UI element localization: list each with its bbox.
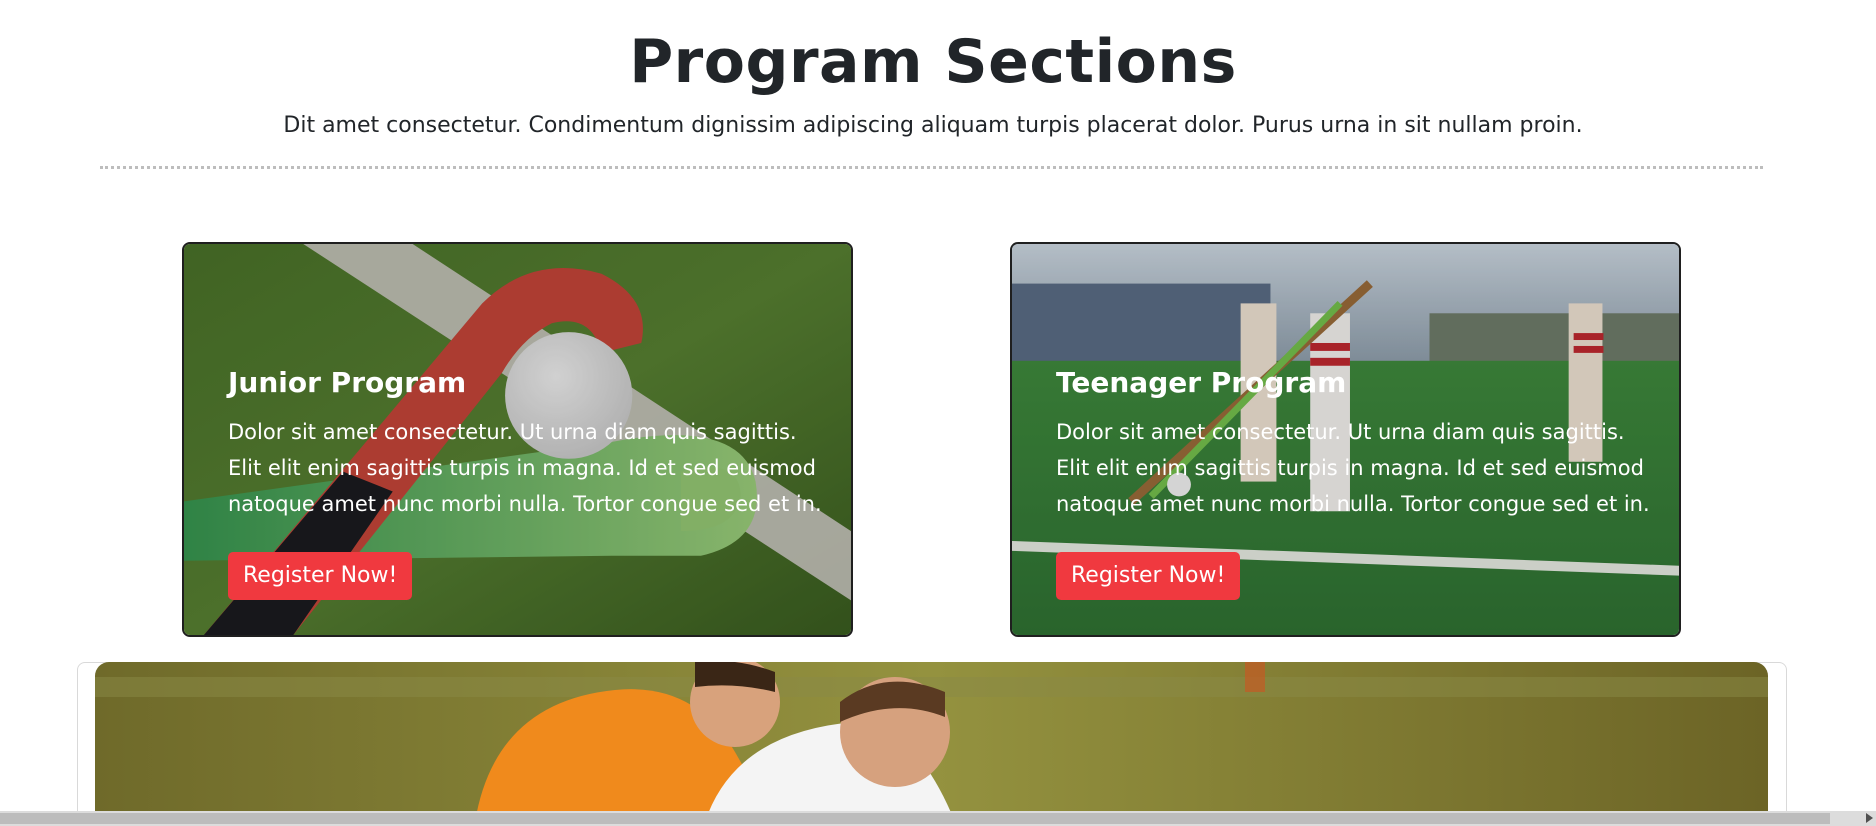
register-button-junior[interactable]: Register Now! <box>228 552 413 600</box>
register-button-teenager[interactable]: Register Now! <box>1056 552 1241 600</box>
page: Program Sections Dit amet consectetur. C… <box>0 0 1876 826</box>
bottom-banner <box>95 662 1768 822</box>
page-title: Program Sections <box>629 27 1237 97</box>
chevron-right-icon[interactable] <box>1866 813 1873 823</box>
dotted-divider <box>100 166 1763 169</box>
teenager-card-body: Teenager Program Dolor sit amet consecte… <box>1056 364 1656 600</box>
scrollbar-thumb[interactable] <box>0 813 1830 824</box>
junior-card-body: Junior Program Dolor sit amet consectetu… <box>228 364 828 600</box>
junior-program-card: Junior Program Dolor sit amet consectetu… <box>182 242 853 637</box>
horizontal-scrollbar[interactable] <box>0 811 1876 826</box>
card-description: Dolor sit amet consectetur. Ut urna diam… <box>1056 420 1650 516</box>
teenager-program-card: Teenager Program Dolor sit amet consecte… <box>1010 242 1681 637</box>
card-description: Dolor sit amet consectetur. Ut urna diam… <box>228 420 822 516</box>
card-title: Junior Program <box>228 366 467 399</box>
card-title: Teenager Program <box>1056 366 1347 399</box>
page-subtitle: Dit amet consectetur. Condimentum dignis… <box>283 113 1583 138</box>
hockey-match-banner-image <box>95 662 1768 822</box>
